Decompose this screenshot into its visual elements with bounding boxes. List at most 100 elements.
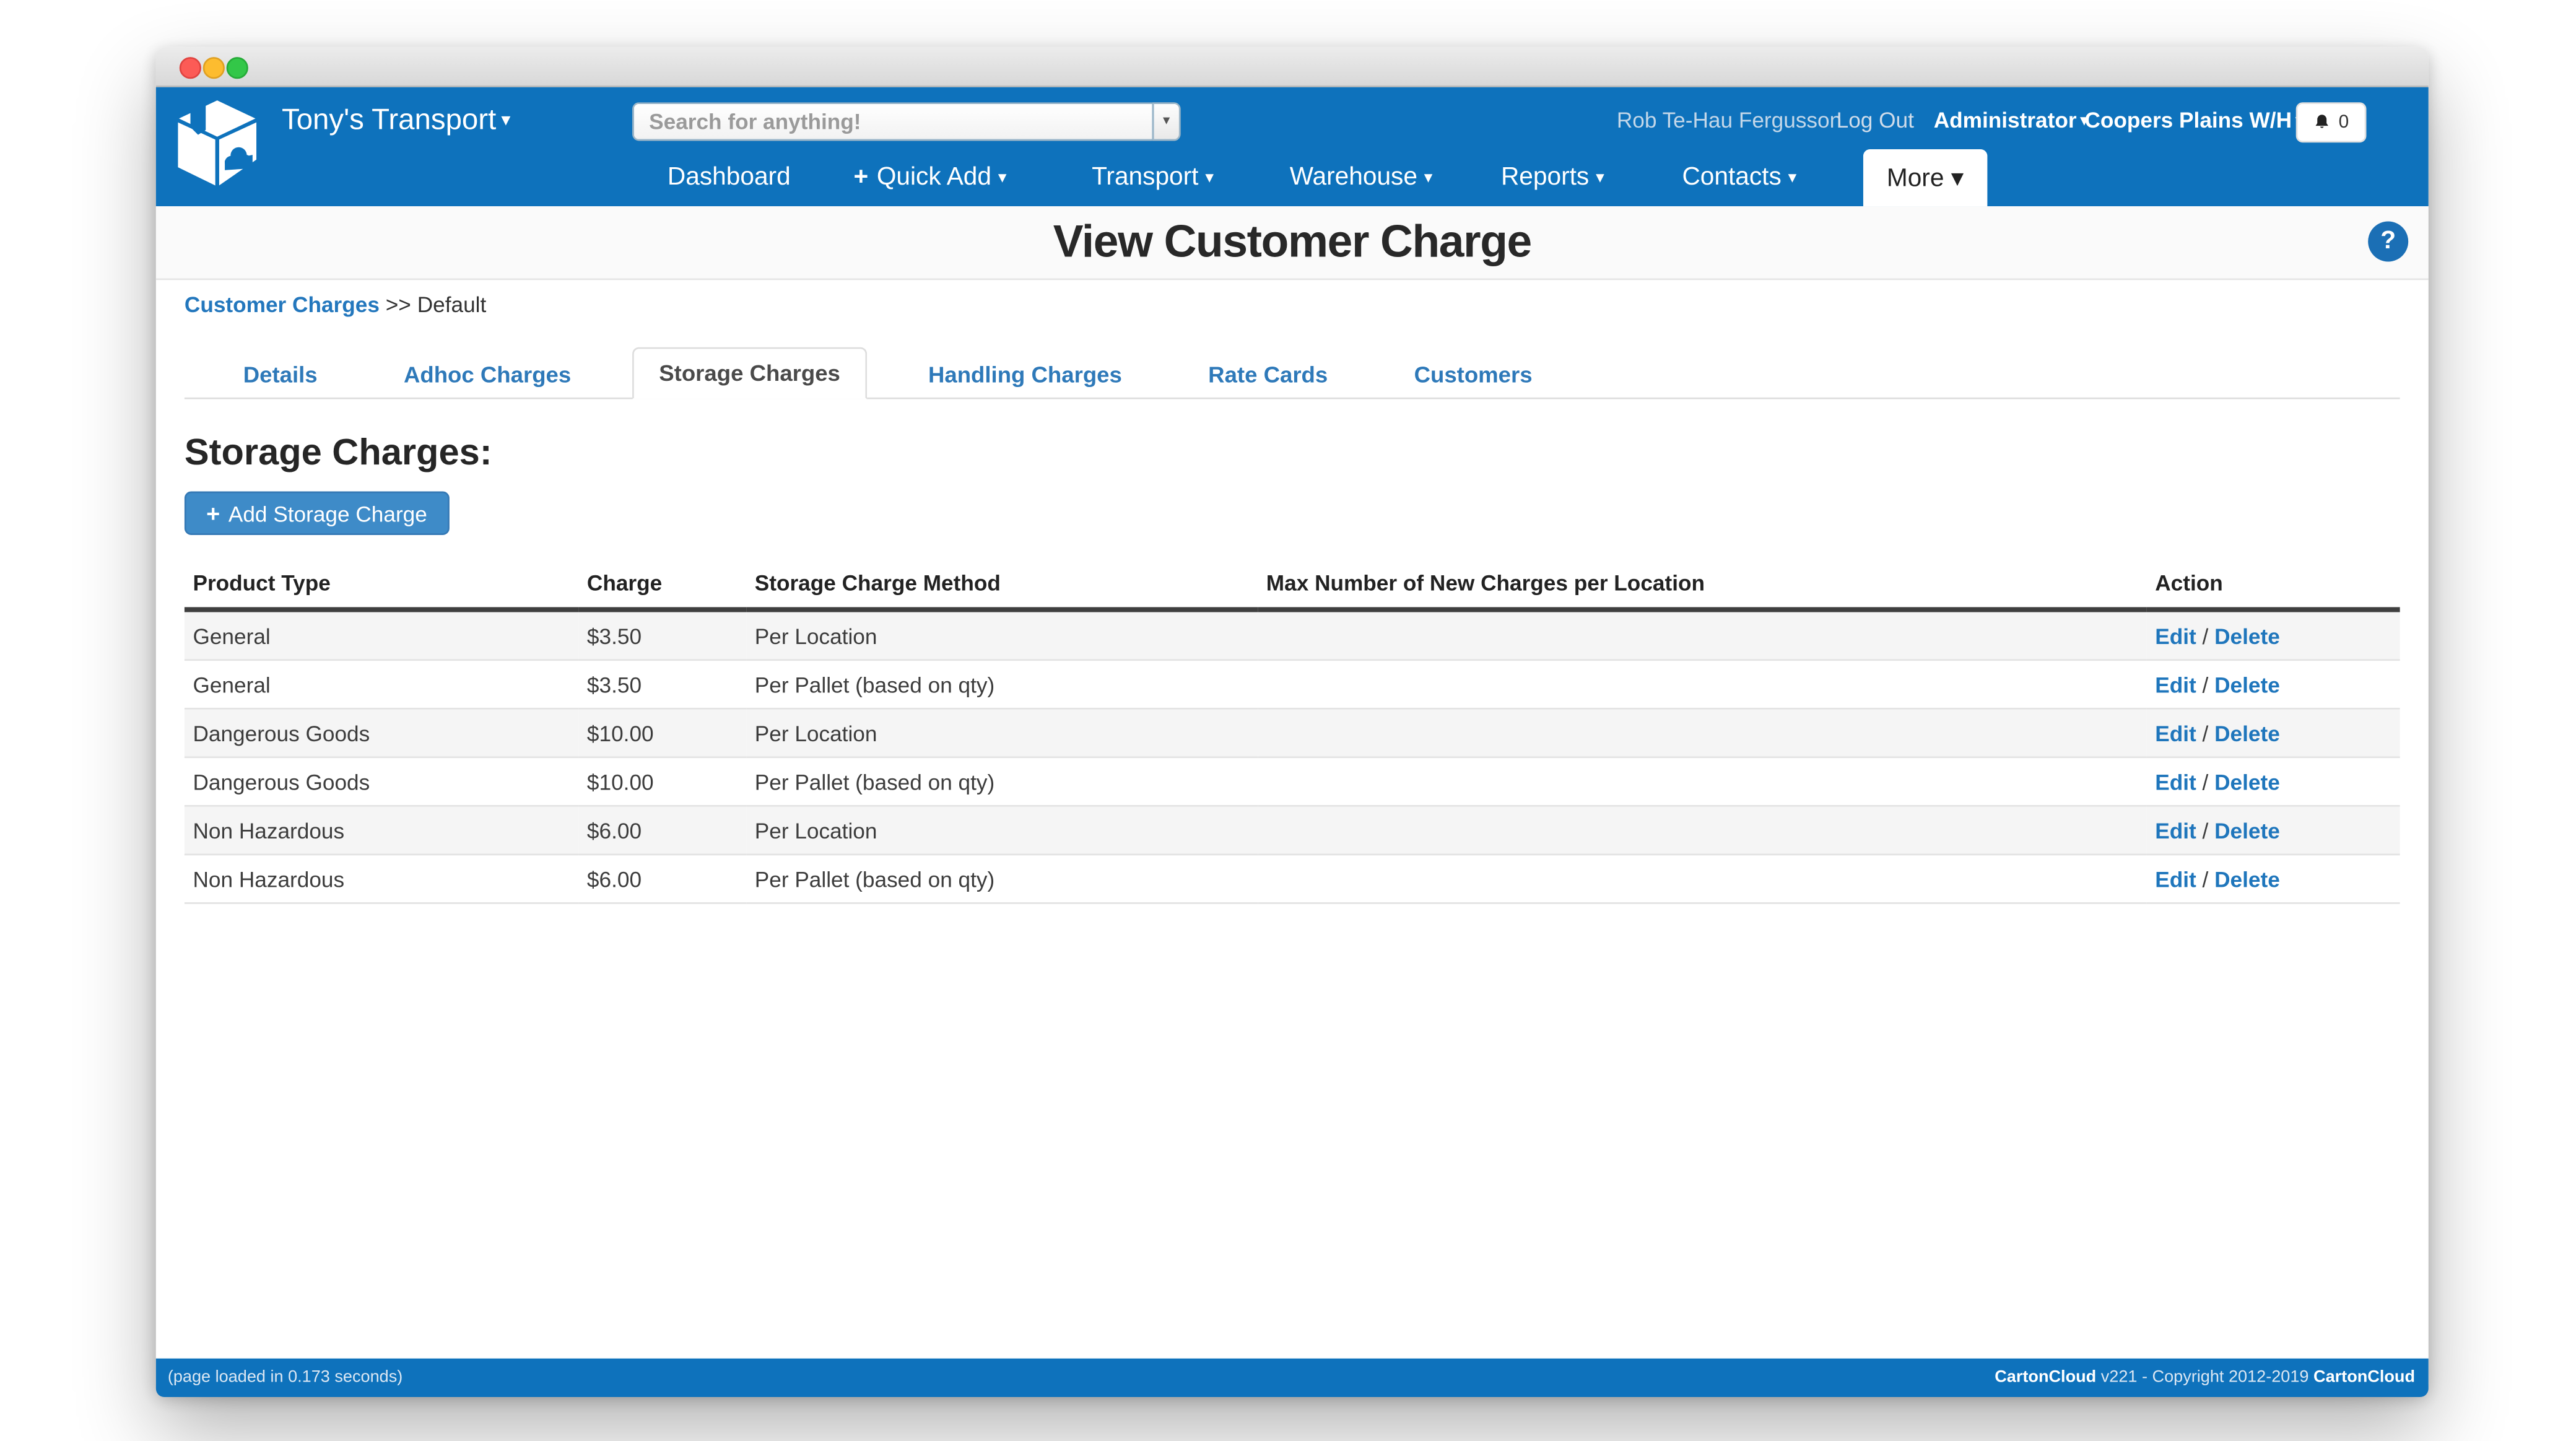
screenshot-stage: Tony's Transport▾ ▼ Rob Te-Hau Fergusson… (0, 0, 2576, 1441)
cell-method: Per Location (746, 708, 1258, 757)
storage-charges-table: Product Type Charge Storage Charge Metho… (185, 564, 2400, 904)
action-separator: / (2196, 769, 2214, 795)
col-action: Action (2147, 564, 2400, 609)
tab-handling-charges[interactable]: Handling Charges (903, 352, 1147, 398)
action-separator: / (2196, 866, 2214, 892)
cell-product-type: Dangerous Goods (185, 757, 578, 806)
search-input[interactable] (632, 102, 1152, 141)
cell-actions: Edit / Delete (2147, 806, 2400, 855)
cell-method: Per Location (746, 609, 1258, 660)
app-header: Tony's Transport▾ ▼ Rob Te-Hau Fergusson… (156, 87, 2429, 206)
plus-icon: + (206, 500, 220, 526)
tab-details[interactable]: Details (218, 352, 342, 398)
breadcrumb-current: Default (417, 292, 487, 317)
chevron-down-icon: ▾ (1596, 170, 1604, 188)
nav-quick-add[interactable]: +Quick Add▾ (854, 163, 1007, 191)
nav-warehouse[interactable]: Warehouse▾ (1290, 163, 1433, 191)
breadcrumb-separator: >> (386, 292, 411, 317)
col-max-new: Max Number of New Charges per Location (1258, 564, 2146, 609)
brand-dropdown[interactable]: Tony's Transport▾ (282, 102, 510, 139)
footer-brand: CartonCloud (1995, 1369, 2096, 1387)
notifications-button[interactable]: 0 (2296, 102, 2367, 142)
plus-icon: + (854, 163, 869, 191)
app-footer: (page loaded in 0.173 seconds) CartonClo… (156, 1359, 2429, 1397)
cell-max-new (1258, 708, 2146, 757)
cell-max-new (1258, 660, 2146, 709)
chevron-down-icon: ▾ (1205, 170, 1214, 188)
cell-charge: $6.00 (578, 806, 746, 855)
footer-brand: CartonCloud (2313, 1369, 2415, 1387)
edit-link[interactable]: Edit (2155, 817, 2196, 843)
browser-window: Tony's Transport▾ ▼ Rob Te-Hau Fergusson… (156, 47, 2429, 1394)
cell-product-type: Dangerous Goods (185, 708, 578, 757)
col-product-type: Product Type (185, 564, 578, 609)
cell-charge: $3.50 (578, 660, 746, 709)
breadcrumb-customer-charges-link[interactable]: Customer Charges (185, 292, 380, 317)
tab-adhoc-charges[interactable]: Adhoc Charges (378, 352, 596, 398)
tab-rate-cards[interactable]: Rate Cards (1183, 352, 1353, 398)
page-header: View Customer Charge ? (156, 206, 2429, 280)
global-search: ▼ (632, 102, 1181, 141)
search-dropdown-toggle[interactable]: ▼ (1152, 102, 1181, 141)
edit-link[interactable]: Edit (2155, 623, 2196, 648)
zoom-button[interactable] (227, 57, 248, 79)
delete-link[interactable]: Delete (2214, 866, 2280, 892)
warehouse-dropdown[interactable]: Coopers Plains W/H▾ (2084, 107, 2304, 133)
edit-link[interactable]: Edit (2155, 720, 2196, 746)
col-method: Storage Charge Method (746, 564, 1258, 609)
main-nav: Dashboard +Quick Add▾ Transport▾ Warehou… (156, 149, 2429, 206)
table-row: General $3.50 Per Location Edit / Delete (185, 609, 2400, 660)
cell-actions: Edit / Delete (2147, 660, 2400, 709)
section-heading: Storage Charges: (185, 431, 2400, 474)
cell-product-type: General (185, 609, 578, 660)
table-row: Dangerous Goods $10.00 Per Pallet (based… (185, 757, 2400, 806)
nav-reports[interactable]: Reports▾ (1501, 163, 1604, 191)
action-separator: / (2196, 720, 2214, 746)
add-storage-charge-button[interactable]: + Add Storage Charge (185, 492, 449, 535)
delete-link[interactable]: Delete (2214, 623, 2280, 648)
cell-actions: Edit / Delete (2147, 609, 2400, 660)
tab-storage-charges[interactable]: Storage Charges (632, 347, 867, 399)
delete-link[interactable]: Delete (2214, 817, 2280, 843)
cell-method: Per Pallet (based on qty) (746, 660, 1258, 709)
tab-customers[interactable]: Customers (1389, 352, 1557, 398)
edit-link[interactable]: Edit (2155, 672, 2196, 697)
cell-actions: Edit / Delete (2147, 757, 2400, 806)
logout-link[interactable]: Log Out (1837, 107, 1914, 133)
cell-charge: $10.00 (578, 757, 746, 806)
edit-link[interactable]: Edit (2155, 866, 2196, 892)
table-row: Non Hazardous $6.00 Per Location Edit / … (185, 806, 2400, 855)
table-row: Non Hazardous $6.00 Per Pallet (based on… (185, 855, 2400, 903)
main-content: Customer Charges >> Default Details Adho… (156, 280, 2429, 1358)
caret-down-icon: ▼ (1160, 116, 1172, 128)
cell-charge: $10.00 (578, 708, 746, 757)
chevron-down-icon: ▾ (501, 111, 510, 131)
chevron-down-icon: ▾ (1424, 170, 1433, 188)
cell-method: Per Location (746, 806, 1258, 855)
nav-more[interactable]: More ▾ (1863, 149, 1987, 206)
minimize-button[interactable] (203, 57, 225, 79)
nav-transport[interactable]: Transport▾ (1092, 163, 1214, 191)
nav-dashboard[interactable]: Dashboard (668, 163, 791, 191)
cell-max-new (1258, 757, 2146, 806)
role-dropdown[interactable]: Administrator▾ (1934, 107, 2089, 133)
nav-contacts[interactable]: Contacts▾ (1682, 163, 1796, 191)
current-user-name: Rob Te-Hau Fergusson (1617, 107, 1842, 133)
edit-link[interactable]: Edit (2155, 769, 2196, 795)
delete-link[interactable]: Delete (2214, 672, 2280, 697)
delete-link[interactable]: Delete (2214, 720, 2280, 746)
tab-bar: Details Adhoc Charges Storage Charges Ha… (185, 347, 2400, 399)
table-header-row: Product Type Charge Storage Charge Metho… (185, 564, 2400, 609)
close-button[interactable] (180, 57, 201, 79)
col-charge: Charge (578, 564, 746, 609)
chevron-down-icon: ▾ (998, 170, 1007, 188)
action-separator: / (2196, 623, 2214, 648)
help-icon[interactable]: ? (2368, 222, 2408, 262)
page-title: View Customer Charge (156, 206, 2429, 278)
delete-link[interactable]: Delete (2214, 769, 2280, 795)
table-row: General $3.50 Per Pallet (based on qty) … (185, 660, 2400, 709)
cell-method: Per Pallet (based on qty) (746, 757, 1258, 806)
cell-actions: Edit / Delete (2147, 708, 2400, 757)
cell-charge: $6.00 (578, 855, 746, 903)
action-separator: / (2196, 817, 2214, 843)
